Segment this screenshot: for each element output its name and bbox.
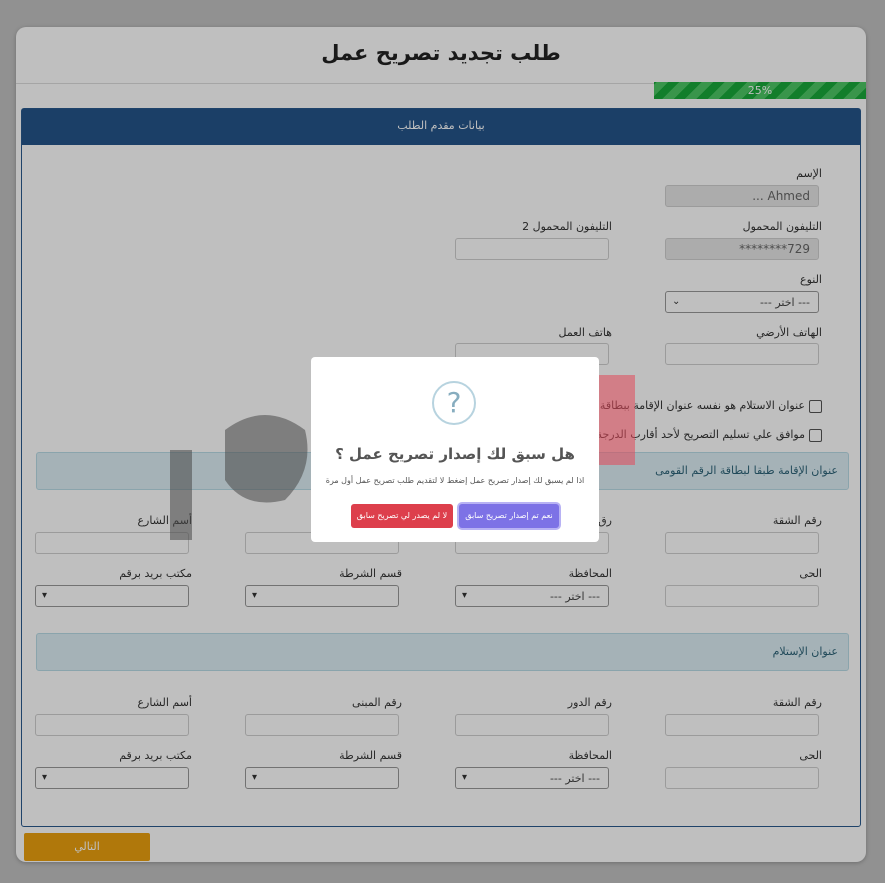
watermark-shape <box>595 375 635 465</box>
confirm-previous-permit-button[interactable]: نعم تم إصدار تصريح سابق <box>459 504 559 528</box>
dialog-title: هل سبق لك إصدار تصريح عمل ؟ <box>335 445 575 463</box>
dialog-text: اذا لم يسبق لك إصدار تصريح عمل إضغط لا ل… <box>325 476 585 485</box>
question-icon: ? <box>432 381 476 425</box>
confirm-dialog: ? هل سبق لك إصدار تصريح عمل ؟ اذا لم يسب… <box>311 357 599 542</box>
watermark-shape <box>225 415 308 503</box>
watermark-shape <box>170 450 192 540</box>
no-previous-permit-button[interactable]: لا لم يصدر لي تصريح سابق <box>351 504 453 528</box>
